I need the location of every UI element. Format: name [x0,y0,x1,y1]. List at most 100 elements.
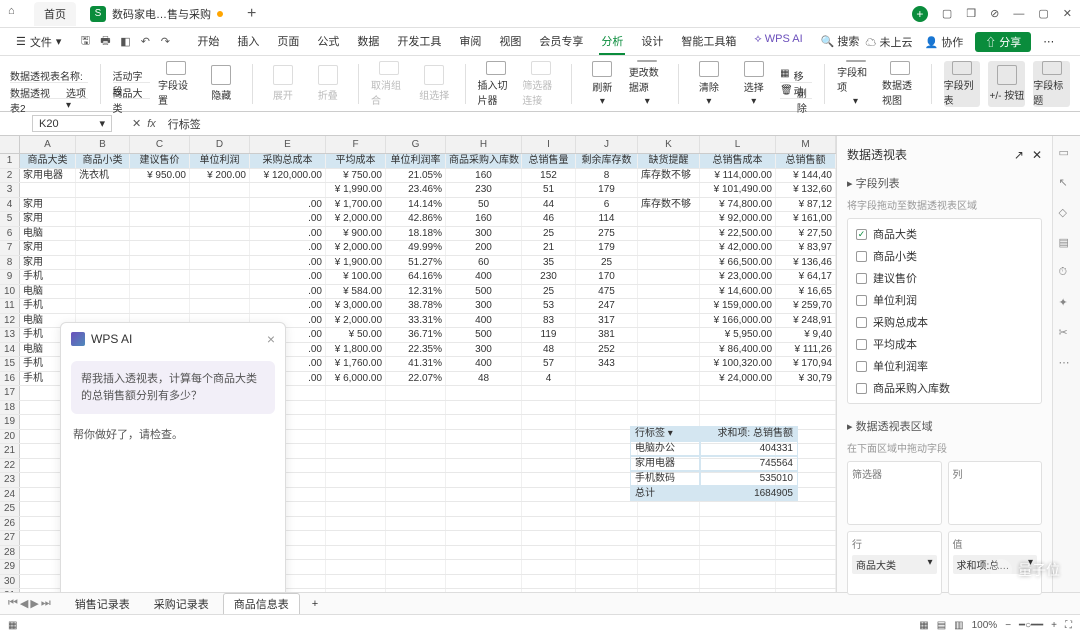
new-tab-button[interactable]: + [247,5,256,23]
pivot-row-label[interactable]: 行标签 ▾ [630,426,700,441]
tab-home[interactable]: 首页 [34,2,76,26]
menu-formula[interactable]: 公式 [315,29,341,55]
collab-button[interactable]: 👤 协作 [924,34,963,50]
formula-input[interactable]: 行标签 [168,116,201,132]
checkbox-icon[interactable] [856,273,867,284]
options-dropdown[interactable]: 选项▾ [66,85,88,99]
field-title-button[interactable]: 字段标题 [1033,61,1070,107]
zoom-slider[interactable]: ━○━━ [1019,620,1043,631]
table-row[interactable]: 4家用.00¥ 1,700.0014.14%50446库存数不够¥ 74,800… [0,198,836,213]
checkbox-icon[interactable] [856,251,867,262]
pivot-result-table[interactable]: 行标签 ▾ 求和项: 总销售额 电脑办公404331家用电器745564手机数码… [630,426,798,501]
menu-review[interactable]: 审阅 [457,29,483,55]
minimize-icon[interactable]: — [1013,8,1024,20]
maximize-icon[interactable]: ▢ [1038,7,1048,20]
zoom-value[interactable]: 100% [972,620,998,631]
field-item[interactable]: 单位利润率 [848,355,1041,377]
sheet-tab-2[interactable]: 商品信息表 [223,593,300,614]
select-button[interactable]: 选择▾ [735,61,772,107]
view-layout-icon[interactable]: ▤ [937,620,946,631]
sheet-tab-0[interactable]: 销售记录表 [65,594,140,614]
rail-clock-icon[interactable]: ⏱ [1059,266,1075,282]
undo-icon[interactable]: ↶ [137,34,153,50]
table-row[interactable]: 2家用电器洗衣机¥ 950.00¥ 200.00¥ 120,000.00¥ 75… [0,169,836,184]
rail-cursor-icon[interactable]: ↖ [1059,176,1075,192]
home-icon[interactable]: ⌂ [8,5,26,23]
rail-shape-icon[interactable]: ◇ [1059,206,1075,222]
spreadsheet-grid[interactable]: A B C D E F G H I J K L M 1商品大类商品小类建议售价单… [0,136,836,592]
zone-filter[interactable]: 筛选器 [847,461,942,525]
field-item[interactable]: 单位利润 [848,289,1041,311]
close-window-icon[interactable]: ✕ [1063,7,1072,20]
menu-devtools[interactable]: 开发工具 [395,29,443,55]
cloud-status[interactable]: ☁ 未上云 [865,34,912,50]
table-row[interactable]: 10电脑.00¥ 584.0012.31%50025475¥ 14,600.00… [0,285,836,300]
fields-label[interactable]: 字段列表 [856,178,900,190]
menu-data[interactable]: 数据 [355,29,381,55]
insert-slicer-button[interactable]: 插入切片器 [478,61,515,107]
sheet-nav-next[interactable]: ▶ [30,597,38,610]
add-button[interactable]: + [912,6,928,22]
zones-label[interactable]: 数据透视表区域 [856,421,933,433]
refresh-button[interactable]: 刷新▾ [584,61,621,107]
table-row[interactable]: 8家用.00¥ 1,900.0051.27%603525¥ 66,500.00¥… [0,256,836,271]
checkbox-icon[interactable] [856,295,867,306]
zone-columns[interactable]: 列 [948,461,1043,525]
checkbox-icon[interactable] [856,229,867,240]
field-item[interactable]: 商品采购入库数 [848,377,1041,399]
cell-reference-input[interactable]: K20▾ [32,115,112,132]
checkbox-icon[interactable] [856,317,867,328]
sheet-tab-1[interactable]: 采购记录表 [144,594,219,614]
ai-close-button[interactable]: × [267,331,275,347]
checkbox-icon[interactable] [856,383,867,394]
menu-search[interactable]: 🔍 搜索 [819,29,862,55]
rail-sparkle-icon[interactable]: ✦ [1059,296,1075,312]
rail-select-icon[interactable]: ▭ [1059,146,1075,162]
view-normal-icon[interactable]: ▦ [919,620,928,631]
panel-close-icon[interactable]: ✕ [1032,148,1042,162]
menu-page[interactable]: 页面 [275,29,301,55]
table-row[interactable]: 3¥ 1,990.0023.46%23051179¥ 101,490.00¥ 1… [0,183,836,198]
view-page-icon[interactable]: ▥ [954,620,963,631]
share-button[interactable]: ⇧ 分享 [975,32,1031,52]
fields-and-items-button[interactable]: 字段和项▾ [837,61,874,107]
zoom-out-icon[interactable]: − [1005,620,1011,631]
rail-layout-icon[interactable]: ▤ [1059,236,1075,252]
menu-analyze[interactable]: 分析 [599,29,625,55]
table-row[interactable]: 9手机.00¥ 100.0064.16%400230170¥ 23,000.00… [0,270,836,285]
hide-button[interactable]: 隐藏 [203,61,240,107]
sheet-nav-prev[interactable]: ◀ [20,597,28,610]
checkbox-icon[interactable] [856,339,867,350]
zoom-in-icon[interactable]: + [1051,620,1057,631]
fx-icon[interactable]: fx [147,118,156,130]
change-source-button[interactable]: 更改数据源▾ [629,61,666,107]
menu-vip[interactable]: 会员专享 [537,29,585,55]
field-list-button[interactable]: 字段列表 [944,61,981,107]
clear-button[interactable]: 清除▾ [691,61,728,107]
redo-icon[interactable]: ↷ [157,34,173,50]
menu-wps-ai[interactable]: ⟡ WPS AI [752,29,804,55]
table-row[interactable]: 7家用.00¥ 2,000.0049.99%20021179¥ 42,000.0… [0,241,836,256]
print-icon[interactable]: 🖶 [97,34,113,50]
field-item[interactable]: 采购总成本 [848,311,1041,333]
table-row[interactable]: 6电脑.00¥ 900.0018.18%30025275¥ 22,500.00¥… [0,227,836,242]
tab-document[interactable]: S 数码家电…售与采购 [80,2,233,26]
field-item[interactable]: 建议售价 [848,267,1041,289]
menu-insert[interactable]: 插入 [235,29,261,55]
sheet-nav-first[interactable]: ⏮ [8,597,18,610]
file-menu[interactable]: ☰ 文件 ▾ [10,32,67,52]
cube-icon[interactable]: ❒ [966,7,976,20]
save-icon[interactable]: 🖫 [77,34,93,50]
sheet-nav-last[interactable]: ⏭ [41,597,51,610]
menu-start[interactable]: 开始 [195,29,221,55]
table-row[interactable]: 5家用.00¥ 2,000.0042.86%16046114¥ 92,000.0… [0,212,836,227]
status-mode-icon[interactable]: ▦ [8,620,17,631]
menu-view[interactable]: 视图 [497,29,523,55]
more-icon[interactable]: ⊘ [990,7,999,20]
panel-icon[interactable]: ▢ [942,7,952,20]
plusminus-button[interactable]: +/- 按钮 [988,61,1025,107]
field-item[interactable]: 平均成本 [848,333,1041,355]
add-sheet-button[interactable]: + [312,598,318,610]
field-item[interactable]: 商品大类 [848,223,1041,245]
delete-button[interactable]: 🗑 删除 [780,85,812,100]
